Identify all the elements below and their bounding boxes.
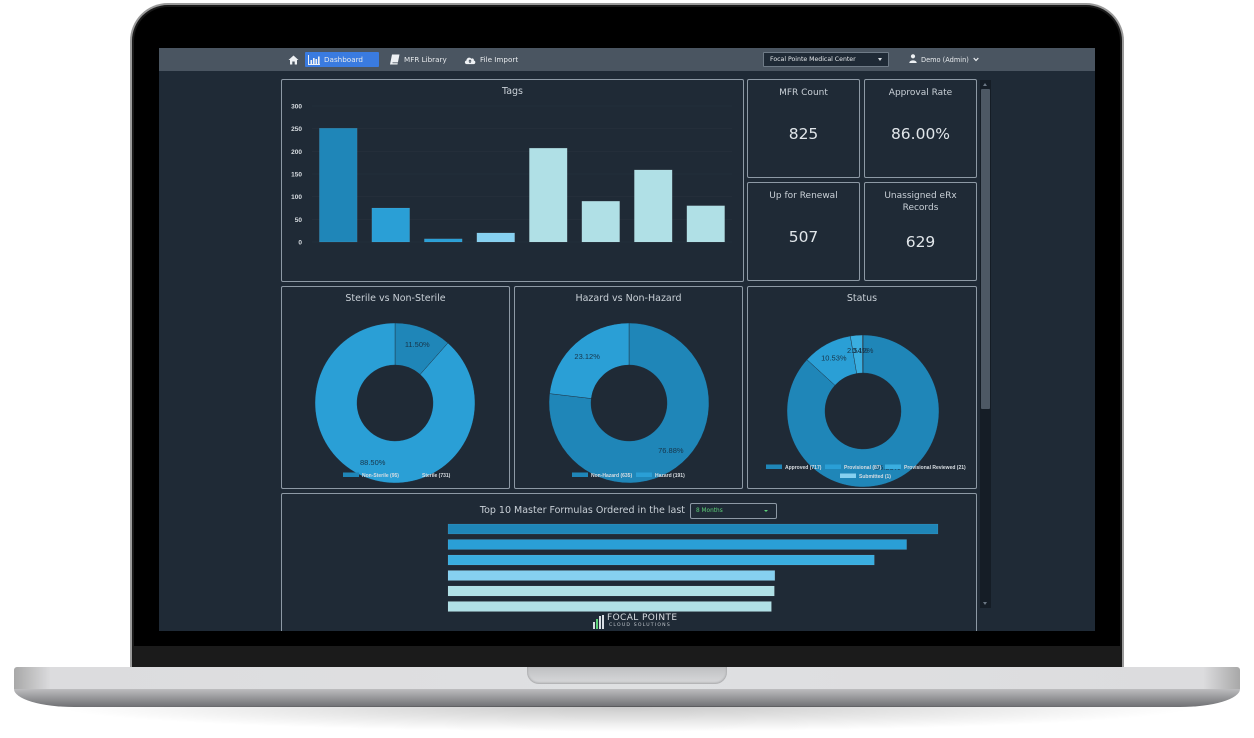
chevron-down-icon [973, 56, 979, 64]
chevron-down-icon [878, 58, 882, 61]
formula-bar[interactable] [447, 539, 907, 550]
top10-bar-chart [447, 523, 939, 612]
y-tick-label: 150 [291, 172, 302, 179]
laptop-mockup: Dashboard MFR Library File Import Focal … [0, 0, 1254, 738]
book-icon [388, 54, 400, 66]
brand-name: FOCAL POINTE [607, 613, 678, 623]
slice-percent-label: 76.88% [658, 446, 684, 455]
tag-bar[interactable] [371, 207, 410, 243]
scroll-up-arrow-icon[interactable] [983, 83, 987, 86]
page-scrollbar[interactable] [980, 80, 991, 608]
logo-bars-icon [593, 615, 604, 629]
stat-card-unassigned-erx[interactable]: Unassigned eRx Records 629 [864, 182, 977, 281]
nav-mfr-library[interactable]: MFR Library [385, 52, 450, 67]
legend-swatch [825, 464, 841, 469]
donut-slice[interactable] [314, 322, 476, 484]
tag-bar[interactable] [529, 147, 568, 243]
slice-percent-label: 88.50% [360, 458, 386, 467]
bar-chart-icon [308, 54, 320, 66]
laptop-bezel [133, 646, 1121, 669]
nav-mfr-library-label: MFR Library [404, 55, 447, 64]
tag-bar[interactable] [581, 200, 620, 243]
slice-percent-label: 11.50% [405, 340, 430, 349]
stat-value: 825 [788, 125, 819, 143]
stat-label: Unassigned eRx Records [884, 191, 957, 213]
nav-file-import-label: File Import [480, 55, 519, 64]
tags-panel: Tags 0 50 100 150 200 250 300 [281, 79, 744, 282]
tag-bar[interactable] [686, 205, 725, 243]
legend-label: Provisional (87) [844, 465, 882, 471]
brand-tagline: CLOUD SOLUTIONS [609, 623, 671, 628]
stat-value: 86.00% [890, 125, 951, 143]
tag-bar[interactable] [424, 238, 463, 243]
y-tick-label: 100 [291, 194, 302, 201]
legend-label: Hazard (191) [655, 473, 685, 479]
legend-label: Approved (717) [785, 465, 822, 471]
top-navbar: Dashboard MFR Library File Import Focal … [159, 48, 1095, 71]
legend-label: Provisional Reviewed (21) [904, 465, 966, 471]
y-tick-label: 50 [295, 217, 303, 224]
stat-card-up-for-renewal[interactable]: Up for Renewal 507 [747, 182, 860, 281]
tag-bar[interactable] [319, 127, 358, 243]
legend-swatch [766, 464, 782, 469]
legend-swatch [885, 464, 901, 469]
user-menu[interactable]: Demo (Admin) [909, 52, 979, 67]
laptop-base-edge [14, 689, 1240, 707]
stat-label: MFR Count [779, 88, 828, 98]
nav-dashboard[interactable]: Dashboard [305, 52, 379, 67]
slice-percent-label: 10.53% [821, 353, 847, 362]
stat-label: Approval Rate [888, 88, 953, 98]
y-tick-label: 250 [291, 126, 302, 133]
legend-swatch [403, 472, 419, 477]
user-icon [909, 54, 917, 65]
facility-select[interactable]: Focal Pointe Medical Center [763, 52, 889, 67]
formula-bar[interactable] [447, 585, 775, 597]
scroll-thumb[interactable] [981, 89, 990, 409]
formula-bar[interactable] [447, 601, 772, 612]
stat-value: 629 [905, 233, 936, 251]
scroll-down-arrow-icon[interactable] [983, 602, 987, 605]
sterile-donut-chart: 11.50% 88.50% Non-Sterile (95) Sterile (731… [314, 322, 476, 484]
sterile-panel: Sterile vs Non-Sterile 11.50% 88.50% Non-S… [281, 286, 510, 489]
tags-bar-chart: 0 50 100 150 200 250 300 [291, 104, 732, 247]
tag-bar[interactable] [476, 232, 515, 243]
legend-label: Non-Sterile (95) [362, 473, 399, 479]
legend-label: Submitted (1) [859, 474, 891, 480]
top10-panel: Top 10 Master Formulas Ordered in the la… [281, 493, 977, 631]
y-tick-label: 0 [298, 240, 302, 247]
status-panel: Status 86.80%10.53%2.54%0.12%Approved (7… [747, 286, 977, 489]
user-menu-label: Demo (Admin) [921, 55, 969, 64]
legend-label: Sterile (731) [422, 473, 451, 479]
hazard-panel: Hazard vs Non-Hazard 76.88% 23.12% Non-Haz… [514, 286, 743, 489]
laptop-notch [527, 667, 727, 684]
status-donut-chart: 86.80%10.53%2.54%0.12%Approved (717)Prov… [766, 334, 966, 488]
nav-file-import[interactable]: File Import [461, 52, 521, 67]
legend-swatch [572, 472, 588, 477]
facility-select-value: Focal Pointe Medical Center [770, 56, 856, 63]
home-icon [287, 54, 299, 66]
y-tick-label: 200 [291, 149, 302, 156]
stat-label: Up for Renewal [769, 191, 838, 201]
formula-bar[interactable] [447, 554, 875, 566]
footer-logo: FOCAL POINTE CLOUD SOLUTIONS [593, 614, 677, 630]
stat-card-approval-rate[interactable]: Approval Rate 86.00% [864, 79, 977, 178]
tag-bar[interactable] [634, 169, 673, 243]
stat-card-mfr-count[interactable]: MFR Count 825 [747, 79, 860, 178]
cloud-upload-icon [464, 54, 476, 66]
legend-swatch [343, 472, 359, 477]
laptop-shadow [50, 706, 1204, 732]
legend-swatch [840, 473, 856, 478]
slice-percent-label: 0.12% [852, 346, 874, 355]
legend-swatch [636, 472, 652, 477]
hazard-donut-chart: 76.88% 23.12% Non-Hazard (635) Hazard (191) [548, 322, 710, 484]
nav-home[interactable] [284, 52, 302, 67]
app-screen: Dashboard MFR Library File Import Focal … [159, 48, 1095, 631]
formula-bar[interactable] [447, 570, 776, 581]
formula-bar[interactable] [447, 523, 939, 535]
slice-percent-label: 23.12% [574, 352, 600, 361]
stat-value: 507 [788, 228, 819, 246]
y-tick-label: 300 [291, 104, 302, 111]
legend-label: Non-Hazard (635) [591, 473, 632, 479]
nav-dashboard-label: Dashboard [324, 55, 363, 64]
